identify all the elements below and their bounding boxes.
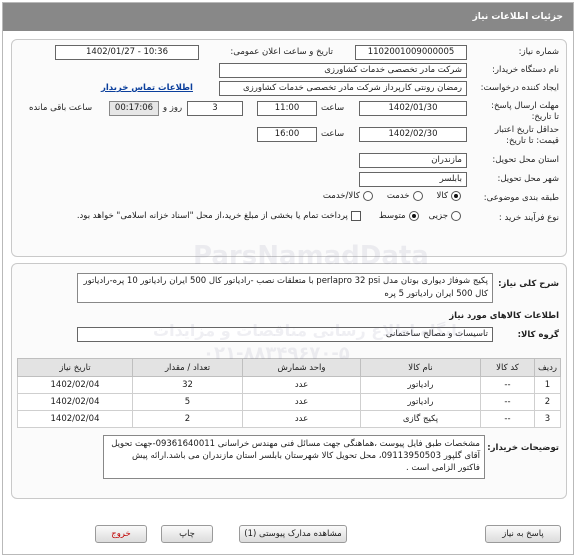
- validity-date-field: 1402/02/30: [359, 127, 467, 142]
- deadline-time-label: ساعت: [321, 103, 345, 113]
- process-options: جزیی متوسط پرداخت تمام یا بخشی از مبلغ خ…: [77, 211, 461, 221]
- buyer-org-label: نام دستگاه خریدار:: [492, 65, 559, 75]
- need-description-field: پکیج شوفاژ دیواری بوتان مدل perlapro 32 …: [77, 273, 493, 303]
- column-header-code: کد کالا: [480, 358, 535, 377]
- cell-name: پکیج گازی: [360, 410, 481, 428]
- validity-time-field: 16:00: [257, 127, 317, 142]
- need-number-label: شماره نیاز:: [518, 47, 559, 57]
- city-label: شهر محل تحویل:: [497, 174, 559, 184]
- cell-row: 3: [534, 410, 561, 428]
- remaining-label: ساعت باقی مانده: [29, 103, 93, 113]
- goods-table: ردیف کد کالا نام کالا واحد شمارش تعداد /…: [17, 358, 561, 428]
- cell-code: --: [480, 393, 535, 411]
- category-options: کالا خدمت کالا/خدمت: [323, 191, 461, 201]
- category-option-service[interactable]: خدمت: [387, 191, 423, 201]
- goods-table-header: ردیف کد کالا نام کالا واحد شمارش تعداد /…: [17, 358, 561, 377]
- goods-group-field: تاسیسات و مصالح ساختمانی: [77, 327, 493, 342]
- category-radio-goods[interactable]: [451, 191, 461, 201]
- cell-row: 2: [534, 393, 561, 411]
- process-radio-medium[interactable]: [408, 211, 419, 221]
- table-row: 2 -- رادیاتور عدد 5 1402/02/04: [17, 393, 561, 411]
- table-row: 1 -- رادیاتور عدد 32 1402/02/04: [17, 376, 561, 394]
- process-option-medium[interactable]: متوسط: [379, 211, 419, 221]
- window-title: جزئیات اطلاعات نیاز: [3, 3, 573, 31]
- goods-section-title: اطلاعات کالاهای مورد نیاز: [449, 311, 559, 321]
- deadline-days-field: 3: [187, 101, 243, 116]
- column-header-row: ردیف: [534, 358, 561, 377]
- cell-quantity: 32: [132, 376, 243, 394]
- print-button[interactable]: چاپ: [161, 525, 213, 543]
- cell-date: 1402/02/04: [17, 376, 133, 394]
- cell-unit: عدد: [242, 410, 361, 428]
- need-number-field: 1102001009000005: [355, 45, 467, 60]
- creator-label: ایجاد کننده درخواست:: [480, 83, 559, 93]
- treasury-option[interactable]: پرداخت تمام یا بخشی از مبلغ خرید،از محل …: [77, 211, 361, 221]
- column-header-quantity: تعداد / مقدار: [132, 358, 243, 377]
- table-row: 3 -- پکیج گازی عدد 2 1402/02/04: [17, 410, 561, 428]
- process-radio-minor[interactable]: [451, 211, 461, 221]
- column-header-unit: واحد شمارش: [242, 358, 361, 377]
- remaining-time-field: 00:17:06: [109, 101, 159, 116]
- category-label: طبقه بندی موضوعی:: [483, 193, 559, 203]
- cell-quantity: 5: [132, 393, 243, 411]
- exit-button[interactable]: خروج: [95, 525, 147, 543]
- treasury-checkbox[interactable]: [350, 211, 361, 221]
- reply-button[interactable]: پاسخ به نیاز: [485, 525, 561, 543]
- category-option-both[interactable]: کالا/خدمت: [323, 191, 373, 201]
- validity-time-label: ساعت: [321, 129, 345, 139]
- announce-field: 1402/01/27 - 10:36: [55, 45, 199, 60]
- category-radio-both[interactable]: [362, 191, 373, 201]
- cell-unit: عدد: [242, 393, 361, 411]
- need-details-window: جزئیات اطلاعات نیاز شماره نیاز: 11020010…: [2, 2, 574, 555]
- process-option-minor[interactable]: جزیی: [429, 211, 461, 221]
- column-header-date: تاریخ نیاز: [17, 358, 133, 377]
- cell-date: 1402/02/04: [17, 410, 133, 428]
- deadline-time-field: 11:00: [257, 101, 317, 116]
- province-label: استان محل تحویل:: [492, 155, 559, 165]
- announce-label: تاریخ و ساعت اعلان عمومی:: [230, 47, 333, 57]
- view-attachments-button[interactable]: مشاهده مدارک پیوستی (1): [239, 525, 347, 543]
- column-header-name: نام کالا: [360, 358, 481, 377]
- process-label: نوع فرآیند خرید :: [498, 213, 559, 223]
- treasury-note: پرداخت تمام یا بخشی از مبلغ خرید،از محل …: [76, 211, 348, 221]
- goods-group-label: گروه کالا:: [517, 330, 559, 340]
- category-option-goods[interactable]: کالا: [437, 191, 461, 201]
- cell-row: 1: [534, 376, 561, 394]
- buyer-notes-label: توضیحات خریدار:: [487, 443, 559, 453]
- buyer-contact-link[interactable]: اطلاعات تماس خریدار: [101, 83, 193, 93]
- cell-name: رادیاتور: [360, 393, 481, 411]
- creator-field: رمضان رونتی کارپرداز شرکت مادر تخصصی خدم…: [219, 81, 467, 96]
- cell-quantity: 2: [132, 410, 243, 428]
- need-description-label: شرح کلی نیاز:: [498, 279, 559, 289]
- cell-unit: عدد: [242, 376, 361, 394]
- cell-code: --: [480, 376, 535, 394]
- city-field: بابلسر: [359, 172, 467, 187]
- days-label: روز و: [163, 103, 183, 113]
- deadline-date-field: 1402/01/30: [359, 101, 467, 116]
- buyer-notes-field: مشخصات طبق فایل پیوست ،هماهنگی جهت مسائل…: [103, 435, 485, 479]
- cell-date: 1402/02/04: [17, 393, 133, 411]
- cell-code: --: [480, 410, 535, 428]
- cell-name: رادیاتور: [360, 376, 481, 394]
- validity-label: حداقل تاریخ اعتبار قیمت: تا تاریخ:: [494, 125, 559, 146]
- buyer-org-field: شرکت مادر تخصصی خدمات کشاورزی: [219, 63, 467, 78]
- deadline-label: مهلت ارسال پاسخ: تا تاریخ:: [491, 101, 559, 122]
- province-field: مازندران: [359, 153, 467, 168]
- category-radio-service[interactable]: [412, 191, 423, 201]
